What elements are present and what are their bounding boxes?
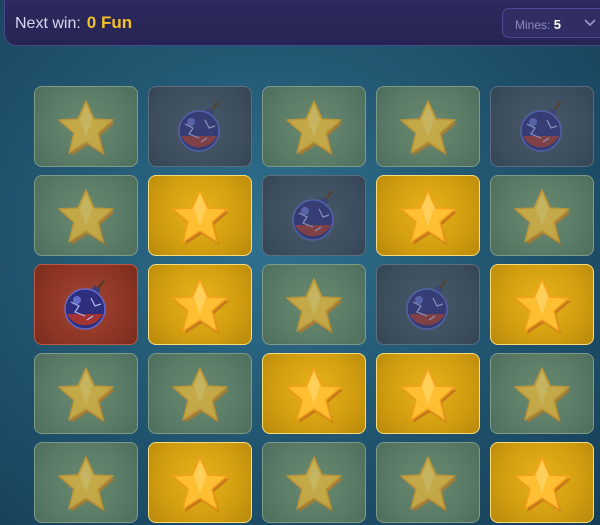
tile-r5-c2[interactable] — [148, 442, 252, 523]
tile-r3-c1[interactable] — [34, 264, 138, 345]
chevron-down-icon — [583, 15, 597, 32]
tile-r3-c4[interactable] — [376, 264, 480, 345]
star-icon — [169, 186, 231, 246]
star-icon — [169, 364, 231, 424]
tile-r5-c5[interactable] — [490, 442, 594, 523]
star-icon — [397, 186, 459, 246]
star-icon — [283, 364, 345, 424]
tile-r1-c4[interactable] — [376, 86, 480, 167]
mines-value: 5 — [553, 17, 561, 32]
tile-r4-c4[interactable] — [376, 353, 480, 434]
star-icon — [55, 186, 117, 246]
tile-r4-c2[interactable] — [148, 353, 252, 434]
star-icon — [511, 453, 573, 513]
tile-r3-c2[interactable] — [148, 264, 252, 345]
mines-label-group: Mines: 5 — [515, 17, 561, 32]
star-icon — [283, 453, 345, 513]
top-bar: Next win: 0 Fun Mines: 5 — [4, 0, 600, 46]
mines-dropdown[interactable]: Mines: 5 — [502, 8, 600, 38]
tile-r4-c3[interactable] — [262, 353, 366, 434]
tile-r1-c1[interactable] — [34, 86, 138, 167]
star-icon — [283, 275, 345, 335]
bomb-icon — [399, 276, 457, 334]
tile-r4-c5[interactable] — [490, 353, 594, 434]
mines-label: Mines: — [515, 18, 551, 32]
tile-r1-c3[interactable] — [262, 86, 366, 167]
bomb-icon — [285, 187, 343, 245]
star-icon — [397, 453, 459, 513]
tile-r5-c4[interactable] — [376, 442, 480, 523]
next-win-value: 0 Fun — [86, 13, 133, 32]
star-icon — [397, 364, 459, 424]
star-icon — [283, 97, 345, 157]
tile-r2-c4[interactable] — [376, 175, 480, 256]
bomb-icon — [513, 98, 571, 156]
tile-r2-c2[interactable] — [148, 175, 252, 256]
tile-r4-c1[interactable] — [34, 353, 138, 434]
star-icon — [55, 453, 117, 513]
star-icon — [55, 364, 117, 424]
game-board — [34, 86, 594, 523]
star-icon — [511, 275, 573, 335]
tile-r3-c3[interactable] — [262, 264, 366, 345]
tile-r5-c3[interactable] — [262, 442, 366, 523]
star-icon — [511, 186, 573, 246]
tile-r1-c5[interactable] — [490, 86, 594, 167]
next-win-label: Next win: — [15, 15, 81, 32]
star-icon — [55, 97, 117, 157]
star-icon — [169, 453, 231, 513]
bomb-icon — [171, 98, 229, 156]
tile-r2-c3[interactable] — [262, 175, 366, 256]
tile-r2-c5[interactable] — [490, 175, 594, 256]
tile-r1-c2[interactable] — [148, 86, 252, 167]
bomb-icon — [57, 276, 115, 334]
tile-r3-c5[interactable] — [490, 264, 594, 345]
star-icon — [511, 364, 573, 424]
next-win-display: Next win: 0 Fun — [15, 13, 132, 33]
tile-r2-c1[interactable] — [34, 175, 138, 256]
star-icon — [397, 97, 459, 157]
star-icon — [169, 275, 231, 335]
tile-r5-c1[interactable] — [34, 442, 138, 523]
